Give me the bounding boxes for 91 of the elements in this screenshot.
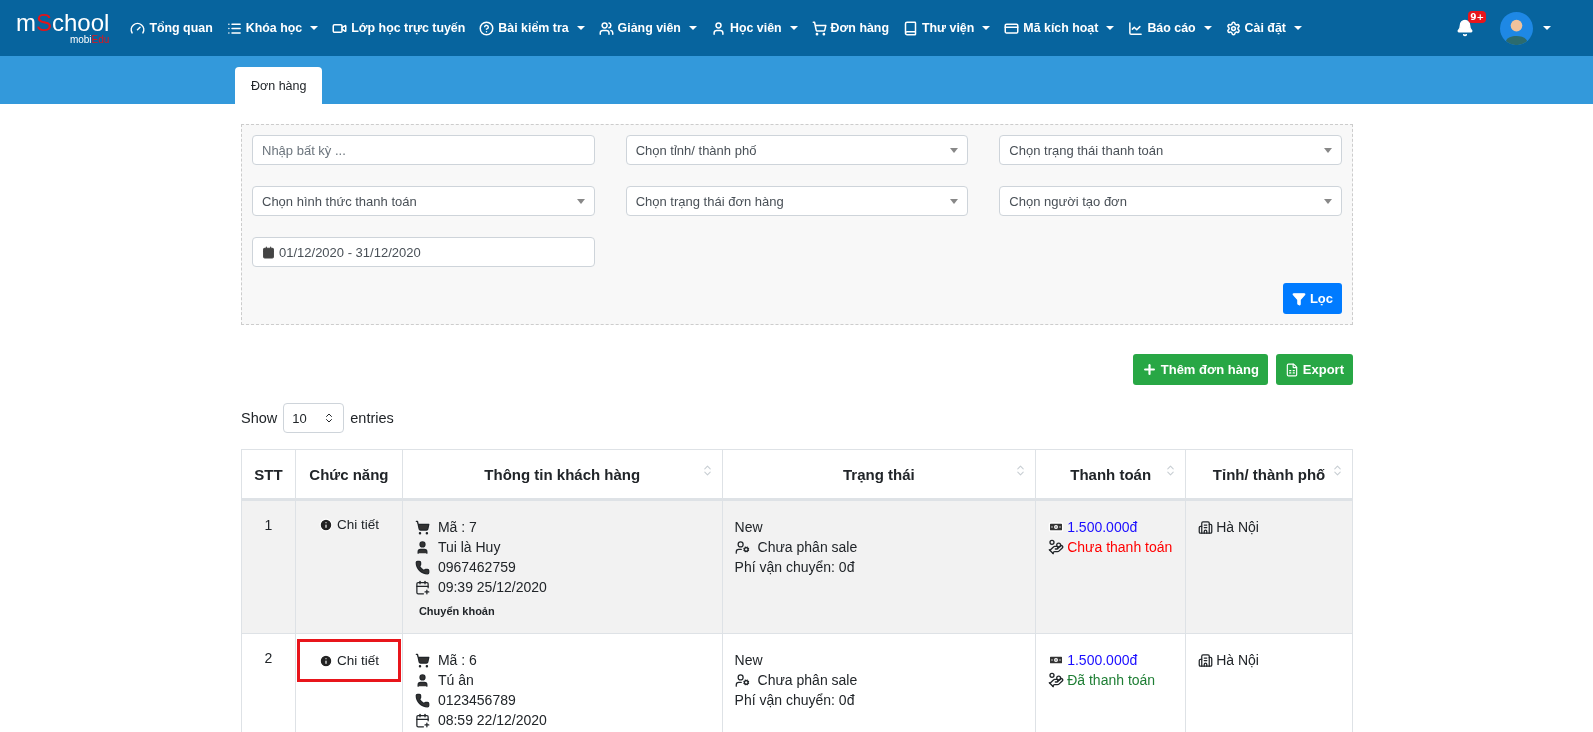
nav-item[interactable]: Báo cáo (1121, 20, 1219, 36)
table-cell: 1 (241, 499, 296, 634)
order-status: New (734, 651, 764, 670)
avatar-icon[interactable] (1500, 11, 1533, 45)
user-icon (414, 672, 430, 688)
cart-icon (811, 20, 827, 36)
caret-icon (1106, 26, 1115, 30)
spreadsheet-icon (1284, 362, 1299, 377)
sort-icon (1331, 464, 1344, 477)
order-date: 08:59 22/12/2020 (437, 711, 547, 730)
nav-item[interactable]: Khóa học (219, 20, 326, 36)
filter-button[interactable]: Lọc (1282, 283, 1342, 314)
detail-link[interactable]: Chi tiết (318, 517, 379, 532)
bell-icon[interactable] (1456, 19, 1474, 37)
payment-status: Đã thanh toán (1067, 671, 1156, 690)
nav-item[interactable]: Đơn hàng (804, 20, 896, 36)
caret-icon (310, 26, 319, 30)
select-field[interactable]: Chọn người tạo đơn (999, 186, 1342, 216)
phone-icon (414, 692, 430, 708)
nav-item[interactable]: Giảng viên (591, 20, 704, 36)
info-icon (318, 653, 333, 668)
payment-status: Chưa thanh toán (1067, 538, 1173, 557)
hand-coin-icon (1048, 539, 1065, 555)
phone-icon (414, 559, 430, 575)
nav-item[interactable]: Học viên (703, 20, 805, 36)
users-icon (598, 20, 614, 36)
customer-name: Tui là Huy (437, 538, 501, 557)
cart-icon (414, 519, 430, 535)
hand-coin-icon (1048, 672, 1065, 688)
user-icon (710, 20, 726, 36)
cart-icon (414, 652, 430, 668)
building-icon (1198, 519, 1214, 535)
show-label: Show (241, 410, 278, 426)
question-icon (479, 20, 495, 36)
detail-link[interactable]: Chi tiết (296, 639, 401, 682)
caret-icon (789, 26, 798, 30)
money-icon (1048, 519, 1065, 535)
caret-icon (1293, 26, 1302, 30)
chart-icon (1128, 20, 1144, 36)
select-field[interactable]: Chọn tỉnh/ thành phố (625, 135, 969, 165)
table-cell: 2 (241, 633, 296, 732)
nav-item[interactable]: Bài kiểm tra (472, 20, 592, 36)
caret-icon (1203, 26, 1212, 30)
nav-item[interactable]: Lớp học trực tuyến (325, 20, 473, 36)
filter-icon (1291, 291, 1306, 306)
search-field[interactable]: Nhập bất kỳ ... (252, 135, 595, 165)
calendar-icon (262, 245, 275, 259)
entries-select[interactable]: 10 (283, 403, 345, 433)
caret-icon (688, 26, 697, 30)
payment-method: Chuyển khoản (418, 605, 496, 617)
nav-item[interactable]: Mã kích hoạt (997, 20, 1122, 36)
nav-item[interactable]: Tổng quan (123, 20, 220, 36)
nav-item[interactable]: Thư viện (896, 20, 998, 36)
calendar-icon (414, 712, 430, 728)
book-icon (903, 20, 918, 36)
nav-item[interactable]: Cài đặt (1218, 20, 1309, 36)
sale-status: Chưa phân sale (757, 538, 858, 557)
shipping-fee: Phí vận chuyển: 0đ (734, 558, 856, 577)
order-code: Mã : 7 (437, 518, 477, 537)
shipping-fee: Phí vận chuyển: 0đ (734, 691, 856, 710)
credit-card-icon (1004, 20, 1020, 36)
calendar-icon (414, 579, 430, 595)
select-field[interactable]: Chọn trạng thái thanh toán (999, 135, 1342, 165)
order-date: 09:39 25/12/2020 (437, 578, 547, 597)
phone-number: 0123456789 (437, 691, 516, 710)
building-icon (1198, 652, 1214, 668)
order-code: Mã : 6 (437, 651, 477, 670)
select-field[interactable]: Chọn trạng thái đơn hàng (625, 186, 969, 216)
customer-name: Tú ân (437, 671, 474, 690)
date-range-field[interactable]: 01/12/2020 - 31/12/2020 (252, 237, 595, 267)
order-status: New (734, 518, 764, 537)
gauge-icon (130, 20, 146, 36)
info-icon (318, 517, 333, 532)
sale-status: Chưa phân sale (757, 671, 858, 690)
notification-badge: 9+ (1468, 11, 1486, 23)
order-amount: 1.500.000đ (1067, 651, 1138, 670)
tab[interactable]: Đơn hàng (235, 67, 323, 104)
caret-icon (982, 26, 991, 30)
phone-number: 0967462759 (437, 558, 516, 577)
plus-icon (1141, 362, 1157, 377)
city-name: Hà Nội (1216, 518, 1259, 537)
entries-label: entries (350, 410, 394, 426)
gears-icon (1225, 20, 1241, 36)
list-icon (226, 20, 242, 36)
caret-icon (1543, 26, 1551, 30)
city-name: Hà Nội (1216, 651, 1259, 670)
select-field[interactable]: Chọn hình thức thanh toán (252, 186, 595, 216)
logo[interactable]: mSchool mobiEdu (16, 11, 110, 45)
user-icon (414, 539, 430, 555)
caret-icon (576, 26, 585, 30)
order-amount: 1.500.000đ (1067, 518, 1138, 537)
